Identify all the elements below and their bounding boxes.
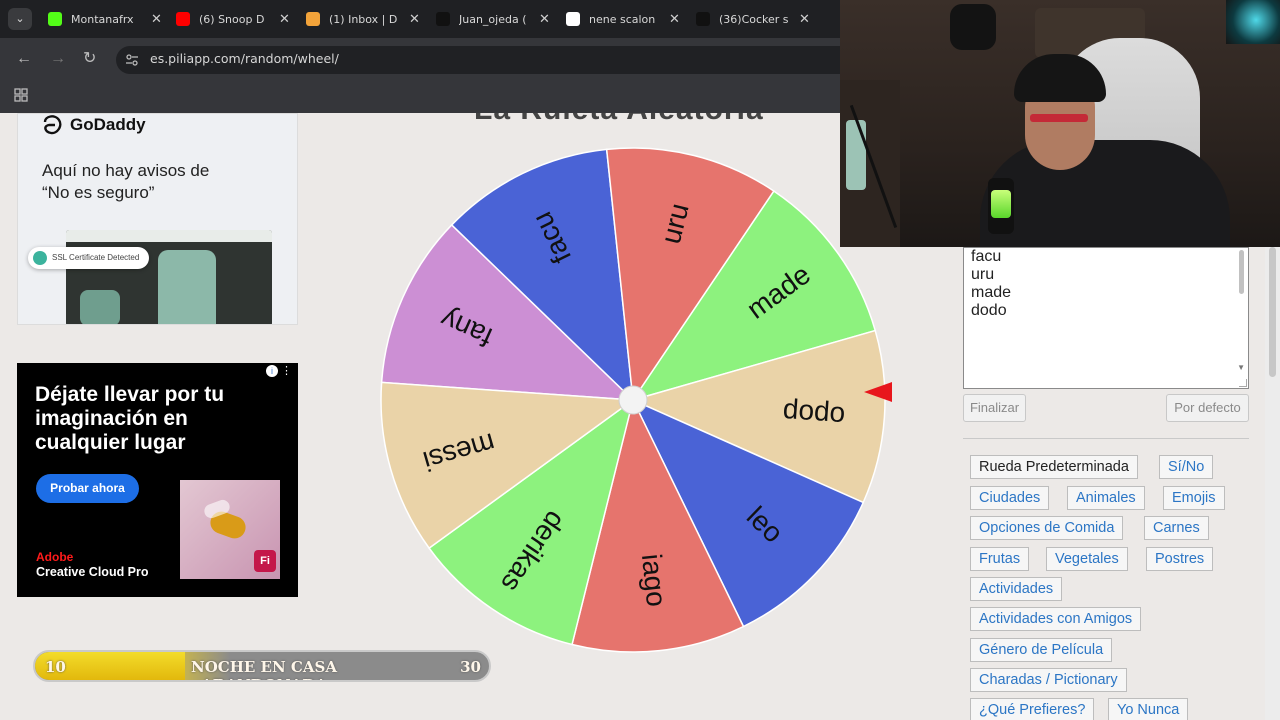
preset-button[interactable]: Emojis <box>1163 486 1225 510</box>
forward-arrow-icon[interactable]: → <box>50 50 66 68</box>
tab-search-chevron-icon[interactable]: ⌄ <box>8 8 32 30</box>
tab-title: (1) Inbox | D <box>329 12 398 26</box>
preset-button[interactable]: Animales <box>1067 486 1145 510</box>
browser-tab-bar: ⌄ Montanafrx ✕ (6) Snoop D ✕ (1) Inbox | D ✕ J… <box>0 0 840 38</box>
entry-line[interactable]: uru <box>971 266 1011 284</box>
reload-icon[interactable]: ↻ <box>83 50 96 68</box>
person-body <box>980 140 1230 247</box>
kick-icon <box>48 12 62 26</box>
close-tab-icon[interactable]: ✕ <box>279 12 290 27</box>
por-defecto-button[interactable]: Por defecto <box>1166 394 1249 422</box>
ad1-brand: GoDaddy <box>70 115 146 134</box>
page-scrollbar[interactable] <box>1265 247 1280 720</box>
browser-tab[interactable]: (36)Cocker s ✕ <box>696 8 810 30</box>
browser-tab[interactable]: Montanafrx ✕ <box>48 8 162 30</box>
url-text[interactable]: es.piliapp.com/random/wheel/ <box>150 51 339 66</box>
tab-title: Montanafrx <box>71 12 134 26</box>
ad-banner-adobe[interactable]: i ⋮ Déjate llevar por tu imaginación en … <box>17 363 298 597</box>
ssl-badge-text: SSL Certificate Detected <box>52 253 140 262</box>
preset-button[interactable]: Actividades <box>970 577 1063 601</box>
ad-menu-icon[interactable]: ⋮ <box>281 364 292 377</box>
preset-button[interactable]: Opciones de Comida <box>970 516 1124 540</box>
tab-title: Juan_ojeda ( <box>459 12 527 26</box>
tab-title: (6) Snoop D <box>199 12 265 26</box>
preset-button[interactable]: ¿Qué Prefieres? <box>970 698 1095 720</box>
ssl-badge: SSL Certificate Detected <box>28 247 150 269</box>
browser-tab[interactable]: (6) Snoop D ✕ <box>176 8 290 30</box>
ad2-headline: Déjate llevar por tu imaginación en cual… <box>35 383 225 454</box>
preset-button[interactable]: Postres <box>1146 547 1214 571</box>
close-tab-icon[interactable]: ✕ <box>151 12 162 27</box>
tab-title: (36)Cocker s <box>719 12 789 26</box>
tiktok-icon <box>696 12 710 26</box>
ad1-product-image <box>66 230 272 324</box>
entry-line[interactable]: made <box>971 284 1011 302</box>
tab-title: nene scalon <box>589 12 656 26</box>
entries-textarea[interactable]: facu uru made dodo ▼ <box>963 247 1249 389</box>
godaddy-logo-icon <box>43 115 62 135</box>
ad1-headline-2: “No es seguro” <box>42 183 155 202</box>
finalizar-button[interactable]: Finalizar <box>963 394 1026 422</box>
wheel-segment-label: dodo <box>782 393 846 428</box>
resize-handle-icon[interactable] <box>1239 379 1247 387</box>
entry-line[interactable]: facu <box>971 248 1011 266</box>
preset-button[interactable]: Actividades con Amigos <box>970 607 1142 631</box>
ad2-bee-image: Fi <box>180 480 280 579</box>
preset-button[interactable]: Género de Película <box>970 638 1113 662</box>
adobe-logo-text: Adobe <box>36 550 74 564</box>
preset-button[interactable]: Sí/No <box>1159 455 1214 479</box>
textarea-scrollbar[interactable] <box>1239 250 1244 294</box>
entry-line[interactable]: dodo <box>971 302 1011 320</box>
youtube-icon <box>176 12 190 26</box>
back-arrow-icon[interactable]: ← <box>16 50 32 68</box>
tiktok-icon <box>436 12 450 26</box>
webcam-device <box>950 4 996 50</box>
preset-button[interactable]: Yo Nunca <box>1108 698 1189 720</box>
close-tab-icon[interactable]: ✕ <box>669 12 680 27</box>
divider <box>963 438 1249 439</box>
browser-tab[interactable]: (1) Inbox | D ✕ <box>306 8 420 30</box>
browser-tab[interactable]: Juan_ojeda ( ✕ <box>436 8 550 30</box>
apps-grid-icon[interactable] <box>14 88 28 102</box>
page-title: La Ruleta Aleatoria <box>474 113 764 127</box>
preset-button[interactable]: Carnes <box>1144 516 1209 540</box>
preset-button[interactable]: Ciudades <box>970 486 1050 510</box>
webcam-overlay <box>840 0 1280 247</box>
ad1-headline-1: Aquí no hay avisos de <box>42 161 210 180</box>
scroll-down-arrow-icon[interactable]: ▼ <box>1237 363 1245 372</box>
shield-icon <box>33 251 47 265</box>
wheel-segment-label: iago <box>636 552 672 608</box>
overlay-title: NOCHE EN CASA ABANDONADA <box>191 658 337 680</box>
bookmarks-bar <box>0 80 840 113</box>
preset-button[interactable]: Vegetales <box>1046 547 1128 571</box>
close-tab-icon[interactable]: ✕ <box>539 12 550 27</box>
mail-icon <box>306 12 320 26</box>
overlay-progress-bar: 10 NOCHE EN CASA ABANDONADA 30 <box>33 650 491 682</box>
adobe-product-text: Creative Cloud Pro <box>36 565 149 579</box>
spinning-wheel[interactable]: fanyfacu urumadedodoleoiagoderikasmessi <box>380 146 900 656</box>
fresco-app-icon: Fi <box>254 550 276 572</box>
close-tab-icon[interactable]: ✕ <box>799 12 810 27</box>
google-icon <box>566 12 580 26</box>
site-settings-icon[interactable] <box>124 52 140 68</box>
ad-banner-godaddy[interactable]: GoDaddy Aquí no hay avisos de “No es seg… <box>17 113 298 325</box>
wheel-center-hub <box>618 385 648 415</box>
ad-info-icon[interactable]: i <box>266 365 278 377</box>
overlay-left-value: 10 <box>45 658 66 676</box>
preset-button[interactable]: Frutas <box>970 547 1030 571</box>
preset-button[interactable]: Rueda Predeterminada <box>970 455 1138 479</box>
preset-button[interactable]: Charadas / Pictionary <box>970 668 1127 692</box>
browser-tab[interactable]: nene scalon ✕ <box>566 8 680 30</box>
close-tab-icon[interactable]: ✕ <box>409 12 420 27</box>
overlay-right-value: 30 <box>460 658 481 676</box>
probar-ahora-button[interactable]: Probar ahora <box>36 474 139 503</box>
